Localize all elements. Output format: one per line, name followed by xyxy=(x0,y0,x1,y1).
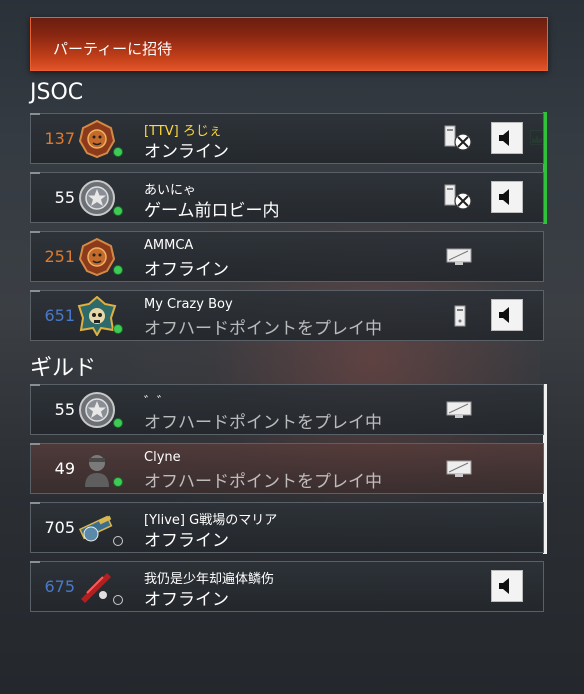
speaker-icon xyxy=(492,130,522,157)
player-status: オフライン xyxy=(144,590,229,610)
speaker-icon xyxy=(492,189,522,216)
speaker-icon xyxy=(492,578,522,605)
gunner-emblem xyxy=(77,508,117,548)
presence-dot-icon xyxy=(113,418,123,428)
player-level: 55 xyxy=(54,188,75,207)
presence-dot-icon xyxy=(113,147,123,157)
row-corner-accent xyxy=(30,561,40,563)
silver-star-emblem xyxy=(77,178,117,218)
presence-dot-icon xyxy=(113,324,123,334)
voice-chat-speaker-button[interactable] xyxy=(491,299,523,331)
friend-row[interactable]: 651 My Crazy Boy オフハードポイントをプレイ中 xyxy=(30,290,544,341)
monitor-icon xyxy=(446,248,472,270)
friend-row[interactable]: 705 [Ylive] G戦場のマリア オフライン xyxy=(30,502,544,553)
voice-chat-speaker-button[interactable] xyxy=(491,122,523,154)
section-jsoc-header: JSOC xyxy=(30,80,84,105)
player-level: 49 xyxy=(54,459,75,478)
presence-dot-icon xyxy=(113,206,123,216)
player-level: 705 xyxy=(44,518,75,537)
player-name: Clyne xyxy=(144,450,181,465)
player-status: オンライン xyxy=(144,142,229,162)
player-level: 675 xyxy=(44,577,75,596)
friend-row[interactable]: 251 AMMCA オフライン xyxy=(30,231,544,282)
presence-dot-icon xyxy=(113,265,123,275)
player-name: My Crazy Boy xyxy=(144,297,233,312)
row-corner-accent xyxy=(30,231,40,233)
invite-label: パーティーに招待 xyxy=(53,40,173,58)
player-name-text: Clyne xyxy=(144,450,181,465)
friend-row[interactable]: 55 あいにゃ ゲーム前ロビー内 xyxy=(30,172,544,223)
speaker-icon xyxy=(492,307,522,334)
voice-chat-speaker-button[interactable] xyxy=(491,570,523,602)
row-corner-accent xyxy=(30,290,40,292)
player-level: 651 xyxy=(44,306,75,325)
invite-to-party-button[interactable]: パーティーに招待 xyxy=(30,17,548,71)
presence-dot-icon xyxy=(113,477,123,487)
friend-row[interactable]: 675 我仍是少年却遍体鳞伤 オフライン xyxy=(30,561,544,612)
row-corner-accent xyxy=(30,502,40,504)
player-status: オフハードポイントをプレイ中 xyxy=(144,472,382,492)
friend-row[interactable]: 137 [TTV] ろじぇ オンライン xyxy=(30,113,544,164)
friend-row[interactable]: 49 Clyne オフハードポイントをプレイ中 xyxy=(30,443,544,494)
player-status: オフライン xyxy=(144,531,229,551)
tower-icon xyxy=(454,305,466,331)
row-corner-accent xyxy=(30,172,40,174)
gold-skull-emblem xyxy=(77,295,117,338)
friend-row[interactable]: 55 ゛゛ オフハードポイントをプレイ中 xyxy=(30,384,544,435)
voice-chat-speaker-button[interactable] xyxy=(491,181,523,213)
player-status: オフハードポイントをプレイ中 xyxy=(144,413,382,433)
row-corner-accent xyxy=(30,113,40,115)
player-status: ゲーム前ロビー内 xyxy=(144,201,280,221)
silver-star-emblem xyxy=(77,390,117,430)
soldier-emblem xyxy=(77,449,117,489)
xbox-pc-icon xyxy=(444,125,474,155)
player-status: オフライン xyxy=(144,260,229,280)
player-status: オフハードポイントをプレイ中 xyxy=(144,319,382,339)
lion-crest-emblem xyxy=(77,237,117,277)
player-name-text: AMMCA xyxy=(144,238,194,253)
lion-crest-emblem xyxy=(77,119,117,159)
xbox-pc-icon xyxy=(444,184,474,214)
player-level: 251 xyxy=(44,247,75,266)
player-level: 55 xyxy=(54,400,75,419)
monitor-icon xyxy=(446,401,472,423)
presence-dot-icon xyxy=(113,595,123,605)
red-slash-emblem xyxy=(77,567,117,607)
monitor-icon xyxy=(446,460,472,482)
section-guild-header: ギルド xyxy=(30,356,97,381)
player-level: 137 xyxy=(44,129,75,148)
row-corner-accent xyxy=(30,443,40,445)
player-name-text: My Crazy Boy xyxy=(144,297,233,312)
player-name: AMMCA xyxy=(144,238,193,253)
presence-dot-icon xyxy=(113,536,123,546)
row-corner-accent xyxy=(30,384,40,386)
